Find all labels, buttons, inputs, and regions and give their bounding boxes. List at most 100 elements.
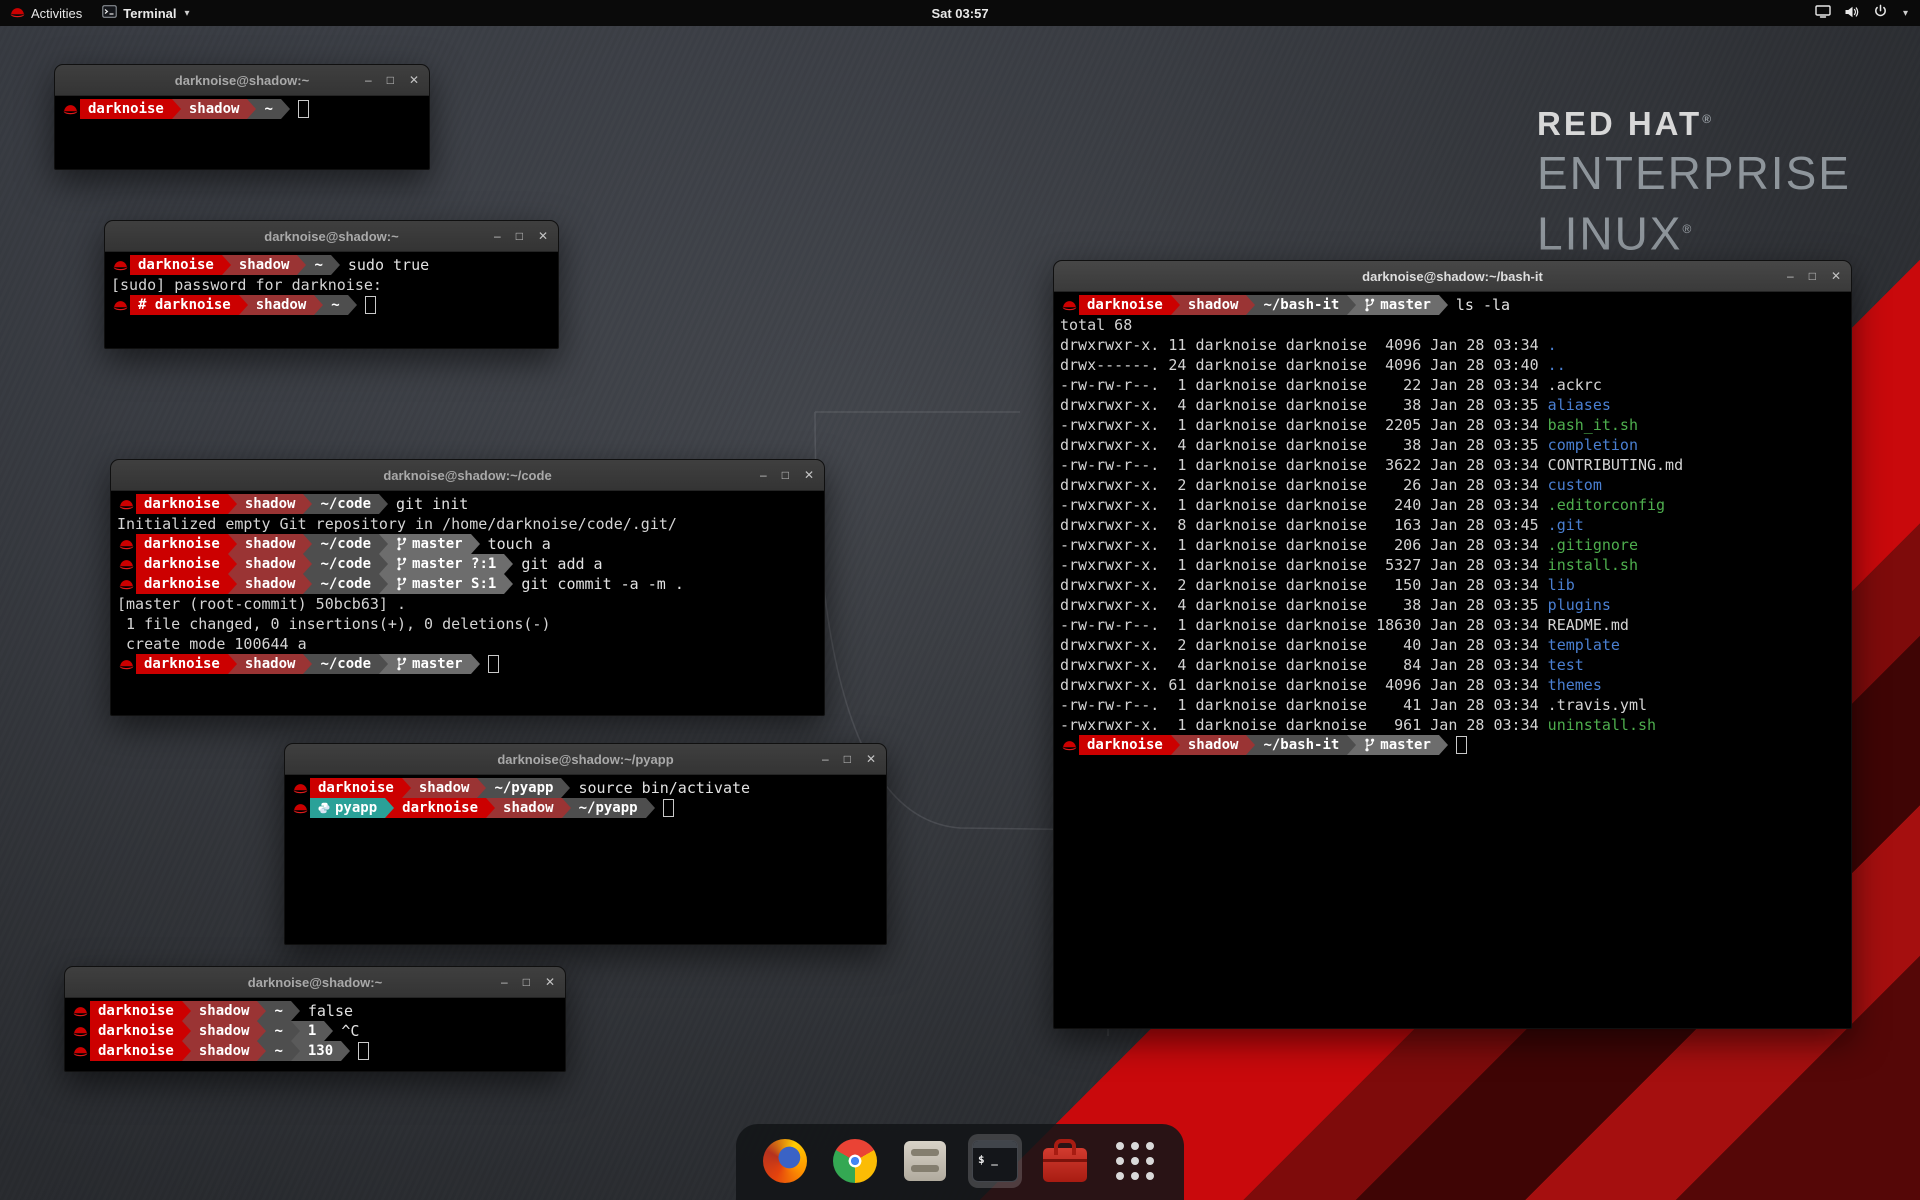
minimize-button[interactable]: – <box>1787 270 1794 282</box>
powerline-separator <box>1439 735 1448 755</box>
powerline-separator <box>182 1021 191 1041</box>
prompt-segment-git: master <box>388 534 471 554</box>
output-line: -rw-rw-r--. 1 darknoise darknoise 18630 … <box>1060 615 1850 635</box>
output-line: drwxrwxr-x. 11 darknoise darknoise 4096 … <box>1060 335 1850 355</box>
titlebar[interactable]: darknoise@shadow:~ – □ ✕ <box>65 967 565 998</box>
titlebar[interactable]: darknoise@shadow:~/bash-it – □ ✕ <box>1054 261 1851 292</box>
prompt-segment-user: darknoise <box>1079 735 1171 755</box>
git-branch-icon <box>396 557 407 571</box>
volume-icon <box>1844 5 1860 22</box>
output-line: drwxrwxr-x. 4 darknoise darknoise 38 Jan… <box>1060 435 1850 455</box>
close-button[interactable]: ✕ <box>1831 270 1841 282</box>
powerline-separator <box>257 1001 266 1021</box>
prompt-segment-host: shadow <box>237 534 304 554</box>
output-line: [sudo] password for darknoise: <box>111 275 557 295</box>
prompt-segment-user: darknoise <box>130 255 222 275</box>
terminal-body[interactable]: darknoiseshadow~falsedarknoiseshadow~1^C… <box>66 998 564 1070</box>
output-line: drwxrwxr-x. 2 darknoise darknoise 150 Ja… <box>1060 575 1850 595</box>
terminal-window-exit-codes: darknoise@shadow:~ – □ ✕ darknoise shadow… <box>64 966 566 1072</box>
output-line: -rw-rw-r--. 1 darknoise darknoise 3622 J… <box>1060 455 1850 475</box>
activities-button[interactable]: Activities <box>10 6 82 21</box>
app-menu-terminal[interactable]: Terminal ▾ <box>102 5 189 21</box>
powerline-separator <box>303 574 312 594</box>
redhat-prompt-icon <box>1060 300 1079 311</box>
prompt-segment-host: shadow <box>1180 735 1247 755</box>
redhat-prompt-icon <box>111 300 130 311</box>
minimize-button[interactable]: – <box>365 74 372 86</box>
titlebar[interactable]: darknoise@shadow:~ – □ ✕ <box>105 221 558 252</box>
redhat-prompt-icon <box>1060 740 1079 751</box>
prompt-segment-path: ~/code <box>312 534 379 554</box>
terminal-body[interactable]: darknoiseshadow~sudo true[sudo] password… <box>106 252 557 347</box>
powerline-separator <box>379 494 388 514</box>
prompt-line: # darknoiseshadow~ <box>111 295 557 315</box>
prompt-segment-git: master <box>1356 735 1439 755</box>
output-line: -rw-rw-r--. 1 darknoise darknoise 41 Jan… <box>1060 695 1850 715</box>
maximize-button[interactable]: □ <box>782 469 789 481</box>
command-text: ls -la <box>1456 296 1510 314</box>
dock-show-applications[interactable] <box>1108 1134 1162 1188</box>
minimize-button[interactable]: – <box>494 230 501 242</box>
maximize-button[interactable]: □ <box>516 230 523 242</box>
terminal-cursor <box>365 296 376 314</box>
dock-firefox[interactable] <box>758 1134 812 1188</box>
terminal-app-icon <box>102 5 117 21</box>
powerline-separator <box>172 99 181 119</box>
powerline-separator <box>303 654 312 674</box>
titlebar[interactable]: darknoise@shadow:~ – □ ✕ <box>55 65 429 96</box>
git-branch-icon <box>396 577 407 591</box>
prompt-segment-host: shadow <box>191 1021 258 1041</box>
prompt-segment-path: ~/pyapp <box>571 798 646 818</box>
titlebar[interactable]: darknoise@shadow:~/code – □ ✕ <box>111 460 824 491</box>
prompt-segment-git: master S:1 <box>388 574 504 594</box>
output-line: drwxrwxr-x. 4 darknoise darknoise 84 Jan… <box>1060 655 1850 675</box>
close-button[interactable]: ✕ <box>545 976 555 988</box>
powerline-separator <box>1171 735 1180 755</box>
dock-files[interactable] <box>898 1134 952 1188</box>
terminal-window-code: darknoise@shadow:~/code – □ ✕ darknoise s… <box>110 459 825 716</box>
powerline-separator <box>257 1021 266 1041</box>
terminal-body[interactable]: darknoiseshadow~/bash-itmasterls -latota… <box>1055 292 1850 1027</box>
prompt-segment-user: darknoise <box>310 778 402 798</box>
prompt-line: darknoiseshadow~ <box>61 99 428 119</box>
redhat-prompt-icon <box>117 659 136 670</box>
powerline-separator <box>471 534 480 554</box>
brand-enterprise-text: ENTERPRISE <box>1537 145 1851 201</box>
terminal-body[interactable]: darknoiseshadow~/pyappsource bin/activat… <box>286 775 885 943</box>
terminal-body[interactable]: darknoiseshadow~/codegit initInitialized… <box>112 491 823 714</box>
terminal-icon <box>972 1140 1018 1182</box>
dock-chrome[interactable] <box>828 1134 882 1188</box>
close-button[interactable]: ✕ <box>804 469 814 481</box>
powerline-separator <box>228 574 237 594</box>
maximize-button[interactable]: □ <box>1809 270 1816 282</box>
titlebar[interactable]: darknoise@shadow:~/pyapp – □ ✕ <box>285 744 886 775</box>
redhat-prompt-icon <box>117 539 136 550</box>
powerline-separator <box>402 778 411 798</box>
minimize-button[interactable]: – <box>501 976 508 988</box>
maximize-button[interactable]: □ <box>523 976 530 988</box>
prompt-segment-user: darknoise <box>136 654 228 674</box>
window-title: darknoise@shadow:~ <box>264 229 398 244</box>
minimize-button[interactable]: – <box>822 753 829 765</box>
prompt-segment-status: 130 <box>300 1041 341 1061</box>
close-button[interactable]: ✕ <box>538 230 548 242</box>
minimize-button[interactable]: – <box>760 469 767 481</box>
close-button[interactable]: ✕ <box>409 74 419 86</box>
prompt-segment-user: darknoise <box>90 1021 182 1041</box>
maximize-button[interactable]: □ <box>387 74 394 86</box>
dock-toolbox[interactable] <box>1038 1134 1092 1188</box>
maximize-button[interactable]: □ <box>844 753 851 765</box>
prompt-segment-host: shadow <box>191 1041 258 1061</box>
powerline-separator <box>471 654 480 674</box>
prompt-segment-host: shadow <box>231 255 298 275</box>
clock[interactable]: Sat 03:57 <box>931 6 988 21</box>
output-line: -rwxrwxr-x. 1 darknoise darknoise 2205 J… <box>1060 415 1850 435</box>
system-status-area[interactable]: ▾ <box>1815 4 1920 22</box>
terminal-body[interactable]: darknoiseshadow~ <box>56 96 428 168</box>
redhat-prompt-icon <box>111 260 130 271</box>
close-button[interactable]: ✕ <box>866 753 876 765</box>
prompt-segment-host: shadow <box>237 554 304 574</box>
powerline-separator <box>1347 295 1356 315</box>
dock-terminal[interactable] <box>968 1134 1022 1188</box>
brand-redhat-text: RED HAT® <box>1537 102 1851 141</box>
